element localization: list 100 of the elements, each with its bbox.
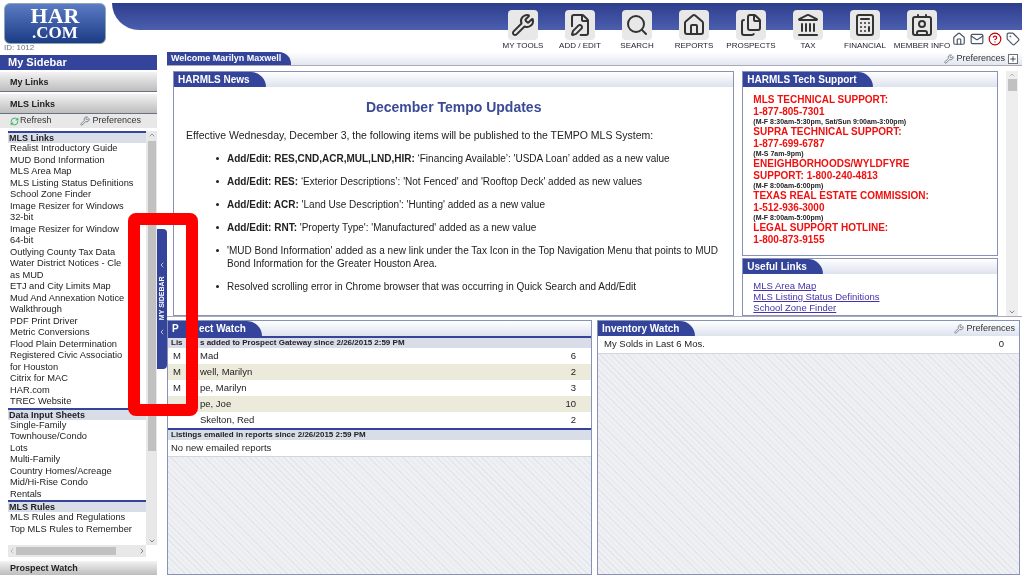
- empty-message: No new emailed reports: [171, 440, 272, 455]
- sidebar-section[interactable]: MLS Links: [0, 94, 157, 114]
- prospect-name: M Mad: [173, 348, 219, 363]
- nav-button[interactable]: MEMBER INFO: [895, 10, 949, 50]
- useful-link[interactable]: MLS Area Map: [753, 280, 987, 291]
- mail-icon[interactable]: [970, 32, 984, 46]
- section-heading: Listings emailed in reports since 2/26/2015 2:59 PM: [168, 428, 591, 440]
- sidebar-link[interactable]: 32-bit: [8, 212, 146, 224]
- sidebar-link[interactable]: Top MLS Rules to Remember: [8, 523, 146, 535]
- sidebar-link[interactable]: Multi-Family: [8, 454, 146, 466]
- sidebar-link[interactable]: Image Resizer for Windows: [8, 200, 146, 212]
- preferences-link[interactable]: Preferences: [956, 51, 1005, 66]
- sidebar-link[interactable]: Townhouse/Condo: [8, 431, 146, 443]
- sidebar-link[interactable]: PDF Print Driver: [8, 315, 146, 327]
- sidebar-link[interactable]: Outlying County Tax Data: [8, 246, 146, 258]
- refresh-icon: [10, 116, 19, 126]
- nav-button[interactable]: TAX: [781, 10, 835, 50]
- sidebar-link[interactable]: Mud And Annexation Notice: [8, 292, 146, 304]
- sidebar-link[interactable]: Walkthrough: [8, 304, 146, 316]
- help-icon[interactable]: [988, 32, 1002, 46]
- nav-button[interactable]: SEARCH: [610, 10, 664, 50]
- panel-title: HARMLS News: [174, 72, 266, 87]
- scroll-up-icon[interactable]: [147, 131, 156, 139]
- scrollbar[interactable]: [146, 131, 157, 545]
- sidebar-section[interactable]: Prospect Watch: [0, 561, 157, 575]
- wrench-icon: [954, 323, 965, 334]
- sidebar-link[interactable]: Image Resizer for Window: [8, 223, 146, 235]
- support-contact: ENEIGHBORHOODS/WYLDFYRE: [753, 158, 911, 170]
- sidebar-title: My Sidebar: [0, 55, 157, 70]
- add-icon[interactable]: [1008, 53, 1018, 64]
- nav-button[interactable]: MY TOOLS: [496, 10, 550, 50]
- sidebar-link[interactable]: Country Homes/Acreage: [8, 465, 146, 477]
- tag-icon[interactable]: [1006, 32, 1020, 46]
- scroll-down-icon[interactable]: [1008, 308, 1016, 316]
- useful-link[interactable]: MLS Listing Status Definitions: [753, 291, 987, 302]
- prospect-count: 3: [570, 380, 576, 395]
- news-item: Resolved scrolling error in Chrome browser that was occurring in Quick Search and Add/Edit: [227, 279, 637, 293]
- logo[interactable]: HAR .COM: [4, 3, 106, 44]
- sidebar-heading: Data Input Sheets: [8, 407, 146, 420]
- sidebar-link[interactable]: Realist Introductory Guide: [8, 143, 146, 155]
- scroll-left-icon[interactable]: [8, 547, 16, 555]
- nav-button[interactable]: FINANCIAL: [838, 10, 892, 50]
- inventory-count: 0: [998, 337, 1004, 352]
- section-heading: Lis s added to Prospect Gateway since 2/26/2015 2:59 PM: [168, 336, 591, 348]
- scroll-down-icon[interactable]: [147, 537, 156, 545]
- sidebar-link[interactable]: Metric Conversions: [8, 327, 146, 339]
- nav-button[interactable]: PROSPECTS: [724, 10, 778, 50]
- sidebar-section[interactable]: My Links: [0, 72, 157, 92]
- scroll-right-icon[interactable]: [138, 547, 146, 555]
- sidebar-link[interactable]: School Zone Finder: [8, 189, 146, 201]
- support-contact: 1-800-873-9155: [753, 233, 826, 245]
- sidebar-link[interactable]: for Houston: [8, 361, 146, 373]
- support-contact: 1-877-699-6787: [753, 137, 826, 149]
- refresh-link[interactable]: Refresh: [20, 114, 52, 128]
- sidebar-link[interactable]: MUD Bond Information: [8, 154, 146, 166]
- nav-button[interactable]: ADD / EDIT: [553, 10, 607, 50]
- scrollbar[interactable]: [1006, 71, 1018, 316]
- horizontal-scrollbar[interactable]: [8, 545, 146, 557]
- scroll-up-icon[interactable]: [1008, 71, 1016, 79]
- bullet-icon: [216, 225, 219, 229]
- scroll-thumb[interactable]: [1007, 79, 1017, 91]
- id-label: ID: 1012: [4, 44, 35, 52]
- bullet-icon: [216, 156, 219, 160]
- house-icon[interactable]: [952, 32, 966, 46]
- prospect-count: 2: [570, 412, 576, 427]
- sidebar-link[interactable]: MLS Area Map: [8, 166, 146, 178]
- useful-link[interactable]: School Zone Finder: [753, 302, 987, 313]
- sidebar-link[interactable]: MLS Rules and Regulations: [8, 512, 146, 524]
- sidebar-link[interactable]: Mid/Hi-Rise Condo: [8, 477, 146, 489]
- sidebar-link[interactable]: Citrix for MAC: [8, 373, 146, 385]
- support-contact: MLS TECHNICAL SUPPORT:: [753, 94, 890, 106]
- inventory-label: My Solds in Last 6 Mos.: [604, 337, 705, 352]
- nav-button[interactable]: REPORTS: [667, 10, 721, 50]
- sidebar-link[interactable]: as MUD: [8, 269, 146, 281]
- scroll-thumb[interactable]: [147, 141, 156, 451]
- prospect-name: Skelton, Red: [199, 412, 255, 427]
- bullet-icon: [216, 202, 219, 206]
- sidebar-link[interactable]: MLS Listing Status Definitions: [8, 177, 146, 189]
- sidebar-link[interactable]: Registered Civic Associatio: [8, 350, 146, 362]
- news-item: 'MUD Bond Information' added as a new link under the Tax Icon in the Top Navigation Menu that points to MUD Bond Information for the Greater Houston Area.: [227, 243, 719, 270]
- support-contact: SUPRA TECHNICAL SUPPORT:: [753, 126, 903, 138]
- prospect-count: 2: [570, 364, 576, 379]
- bullet-icon: [216, 179, 219, 183]
- support-contact: 1-512-936-3000: [753, 201, 826, 213]
- sidebar-heading: MLS Links: [8, 131, 146, 143]
- sidebar-link[interactable]: Single-Family: [8, 419, 146, 431]
- sidebar-link[interactable]: HAR.com: [8, 384, 146, 396]
- prospect-name: M well, Marilyn: [173, 364, 253, 379]
- scroll-thumb[interactable]: [16, 547, 116, 555]
- sidebar-link[interactable]: Rentals: [8, 488, 146, 500]
- sidebar-link[interactable]: Lots: [8, 442, 146, 454]
- wrench-icon: [944, 53, 955, 64]
- prospect-count: 6: [570, 348, 576, 363]
- sidebar-link[interactable]: ETJ and City Limits Map: [8, 281, 146, 293]
- sidebar-link[interactable]: Flood Plain Determination: [8, 338, 146, 350]
- sidebar-link[interactable]: 64-bit: [8, 235, 146, 247]
- preferences-link[interactable]: Preferences: [966, 321, 1015, 336]
- preferences-link[interactable]: Preferences: [92, 114, 141, 128]
- sidebar-link[interactable]: TREC Website: [8, 396, 146, 408]
- sidebar-link[interactable]: Water District Notices - Cle: [8, 258, 146, 270]
